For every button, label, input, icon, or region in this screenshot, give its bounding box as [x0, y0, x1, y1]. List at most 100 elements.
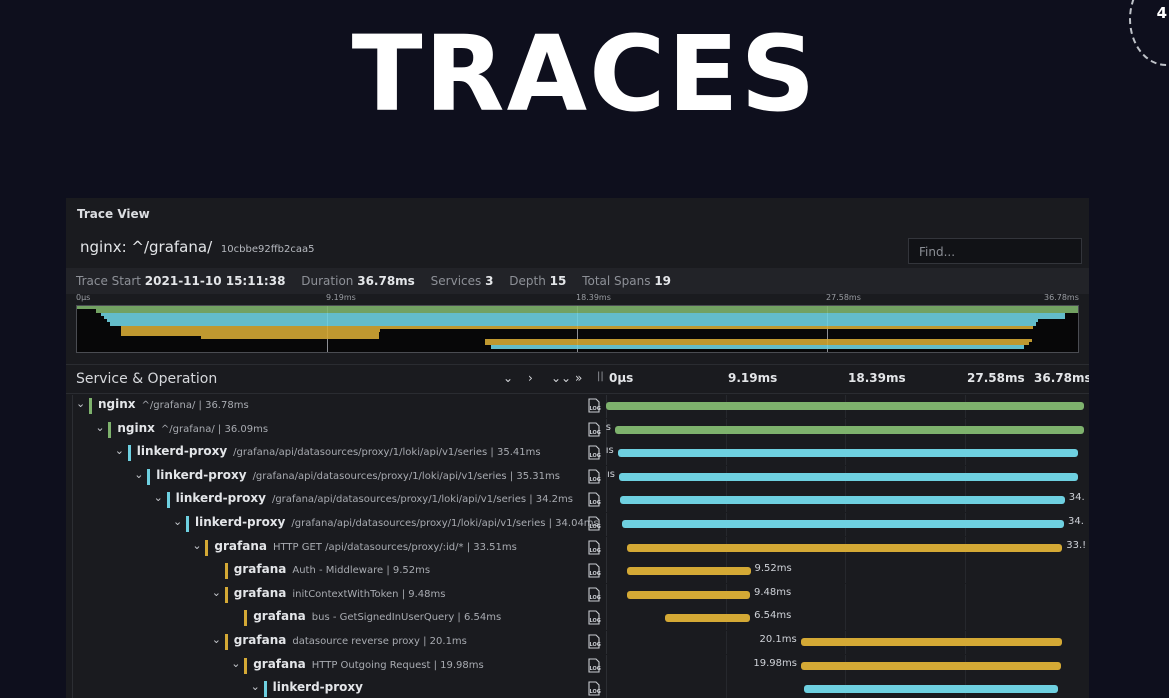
span-row[interactable]: ⌄ nginx ^/grafana/ | 36.09ms LOG s — [66, 418, 1089, 442]
span-duration-label: 33.! — [1066, 539, 1087, 551]
service-color-bar — [166, 492, 170, 509]
chevron-down-icon[interactable]: ⌄ — [115, 444, 124, 457]
span-bar[interactable] — [617, 449, 1078, 458]
service-color-bar — [205, 539, 209, 556]
trace-minimap[interactable]: 0µs 9.19ms 18.39ms 27.58ms 36.78ms — [76, 293, 1079, 357]
log-icon[interactable]: LOG — [587, 634, 601, 649]
svg-text:LOG: LOG — [590, 666, 601, 672]
span-service-name[interactable]: linkerd-proxy — [273, 680, 369, 694]
span-row[interactable]: ⌄ grafana datasource reverse proxy | 20.1m… — [66, 631, 1089, 654]
span-service-name[interactable]: grafana HTTP Outgoing Request | 19.98ms — [253, 657, 484, 671]
service-name: grafana — [233, 585, 287, 600]
chevron-down-icon[interactable]: ⌄ — [231, 657, 240, 670]
span-duration-label: 19.98ms — [753, 657, 797, 669]
log-icon[interactable]: LOG — [587, 492, 601, 507]
chevron-down-icon[interactable]: ⌄ — [192, 539, 201, 552]
operation-name: datasource reverse proxy | 20.1ms — [292, 636, 467, 647]
span-row[interactable]: ⌄grafanaAuth - Middleware | 9.52msLOG9.5… — [66, 560, 1089, 584]
minimap-tick-0: 0µs — [76, 293, 91, 302]
operation-name: Auth - Middleware | 9.52ms — [292, 565, 431, 577]
log-icon[interactable]: LOG — [587, 658, 601, 673]
log-icon[interactable]: LOG — [587, 516, 601, 531]
span-service-name[interactable]: linkerd-proxy/grafana/api/datasources/pr… — [195, 515, 599, 529]
service-color-bar — [127, 445, 131, 462]
chevron-down-icon[interactable]: ⌄ — [173, 515, 182, 528]
span-row[interactable]: ⌄ grafana HTTP GET /api/datasources/proxy/… — [66, 536, 1089, 560]
span-row[interactable]: ⌄ grafana initContextWithToken | 9.48ms LOG… — [66, 583, 1089, 607]
duration-value: 36.78ms — [357, 274, 415, 288]
log-icon[interactable]: LOG — [587, 587, 601, 602]
log-icon[interactable]: LOG — [587, 469, 601, 484]
span-bar[interactable] — [620, 496, 1065, 505]
span-row[interactable]: ⌄ linkerd-proxy/grafana/api/datasources/p… — [66, 465, 1089, 489]
span-row[interactable]: ⌄ grafana HTTP Outgoing Request | 19.98ms L… — [66, 654, 1089, 678]
span-rows: ⌄ nginx ^/grafana/ | 36.78ms LOG ⌄ nginx ^/gra… — [66, 395, 1089, 698]
service-color-bar — [147, 468, 151, 485]
timeline-gridline — [845, 607, 846, 631]
span-row[interactable]: ⌄ linkerd-proxy/grafana/api/datasources/p… — [66, 489, 1089, 513]
span-service-name[interactable]: nginx ^/grafana/ | 36.78ms — [98, 397, 249, 411]
log-icon[interactable]: LOG — [587, 681, 601, 696]
span-row[interactable]: ⌄grafanabus - GetSignedInUserQuery | 6.5… — [66, 607, 1089, 631]
span-bar[interactable] — [800, 661, 1061, 670]
span-row[interactable]: ⌄ nginx ^/grafana/ | 36.78ms LOG — [66, 395, 1089, 418]
svg-text:LOG: LOG — [590, 548, 601, 554]
expand-one-button[interactable]: › — [528, 371, 533, 385]
chevron-down-icon[interactable]: ⌄ — [212, 586, 221, 599]
log-icon[interactable]: LOG — [587, 422, 601, 437]
column-resizer[interactable]: || — [597, 371, 604, 382]
chevron-down-icon[interactable]: ⌄ — [154, 491, 163, 504]
span-row[interactable]: ⌄ linkerd-proxy LOG — [66, 678, 1089, 698]
timeline-gridline — [845, 560, 846, 584]
span-duration-label: 9.48ms — [753, 586, 792, 598]
operation-name: HTTP GET /api/datasources/proxy/:id/* | … — [272, 541, 517, 553]
span-service-name[interactable]: linkerd-proxy/grafana/api/datasources/pr… — [176, 491, 573, 505]
find-input[interactable]: Find... — [908, 238, 1082, 264]
chevron-down-icon[interactable]: ⌄ — [251, 680, 260, 693]
collapse-all-button[interactable]: ⌄ — [503, 371, 513, 385]
span-service-name[interactable]: grafana initContextWithToken | 9.48ms — [234, 586, 446, 600]
span-bar[interactable] — [621, 520, 1064, 528]
chevron-down-icon[interactable]: ⌄ — [134, 468, 143, 481]
span-bar[interactable] — [665, 614, 751, 623]
span-service-name[interactable]: grafana Auth - Middleware | 9.52ms — [234, 562, 430, 576]
log-icon[interactable]: LOG — [587, 540, 601, 555]
hero-title: TRACES — [351, 13, 818, 135]
chevron-down-icon[interactable]: ⌄ — [95, 421, 104, 434]
span-row[interactable]: ⌄ linkerd-proxy/grafana/api/datasources/p… — [66, 442, 1089, 466]
span-service-name[interactable]: grafana datasource reverse proxy | 20.1ms — [234, 633, 467, 647]
span-service-name[interactable]: linkerd-proxy/grafana/api/datasources/pr… — [156, 468, 560, 482]
timeline-gridline — [725, 678, 727, 698]
span-service-name[interactable]: nginx ^/grafana/ | 36.09ms — [117, 421, 268, 435]
service-name: linkerd-proxy — [136, 444, 228, 459]
service-name: linkerd-proxy — [272, 680, 363, 695]
span-row[interactable]: ⌄ linkerd-proxy/grafana/api/datasources/p… — [66, 513, 1089, 536]
column-divider — [606, 631, 607, 654]
span-duration-label: 34. — [1067, 516, 1084, 527]
log-icon[interactable]: LOG — [587, 563, 601, 578]
span-bar[interactable] — [626, 590, 750, 599]
service-color-bar — [263, 681, 267, 698]
span-bar[interactable] — [614, 425, 1084, 434]
span-bar[interactable] — [626, 567, 751, 576]
span-bar[interactable] — [626, 543, 1063, 552]
span-service-name[interactable]: linkerd-proxy/grafana/api/datasources/pr… — [137, 444, 541, 458]
chevron-down-icon[interactable]: ⌄ — [212, 633, 221, 646]
log-icon[interactable]: LOG — [587, 398, 601, 413]
span-service-name[interactable]: grafana bus - GetSignedInUserQuery | 6.54… — [253, 609, 501, 623]
chevron-down-icon[interactable]: ⌄ — [76, 397, 85, 410]
span-bar[interactable] — [606, 402, 1084, 410]
span-bar[interactable] — [800, 638, 1062, 646]
log-icon[interactable]: LOG — [587, 445, 601, 460]
log-icon[interactable]: LOG — [587, 610, 601, 625]
svg-text:LOG: LOG — [590, 453, 601, 459]
trace-title: nginx: ^/grafana/ 10cbbe92ffb2caa5 — [80, 238, 314, 256]
expand-all-button[interactable]: » — [575, 371, 582, 385]
service-name: grafana — [253, 609, 306, 624]
span-bar[interactable] — [618, 472, 1078, 481]
span-service-name[interactable]: grafana HTTP GET /api/datasources/proxy/:… — [214, 539, 516, 553]
minimap-canvas[interactable] — [76, 305, 1079, 353]
span-bar[interactable] — [803, 685, 1059, 694]
span-duration-label: s — [605, 421, 611, 433]
collapse-one-button[interactable]: ⌄⌄ — [551, 371, 571, 385]
